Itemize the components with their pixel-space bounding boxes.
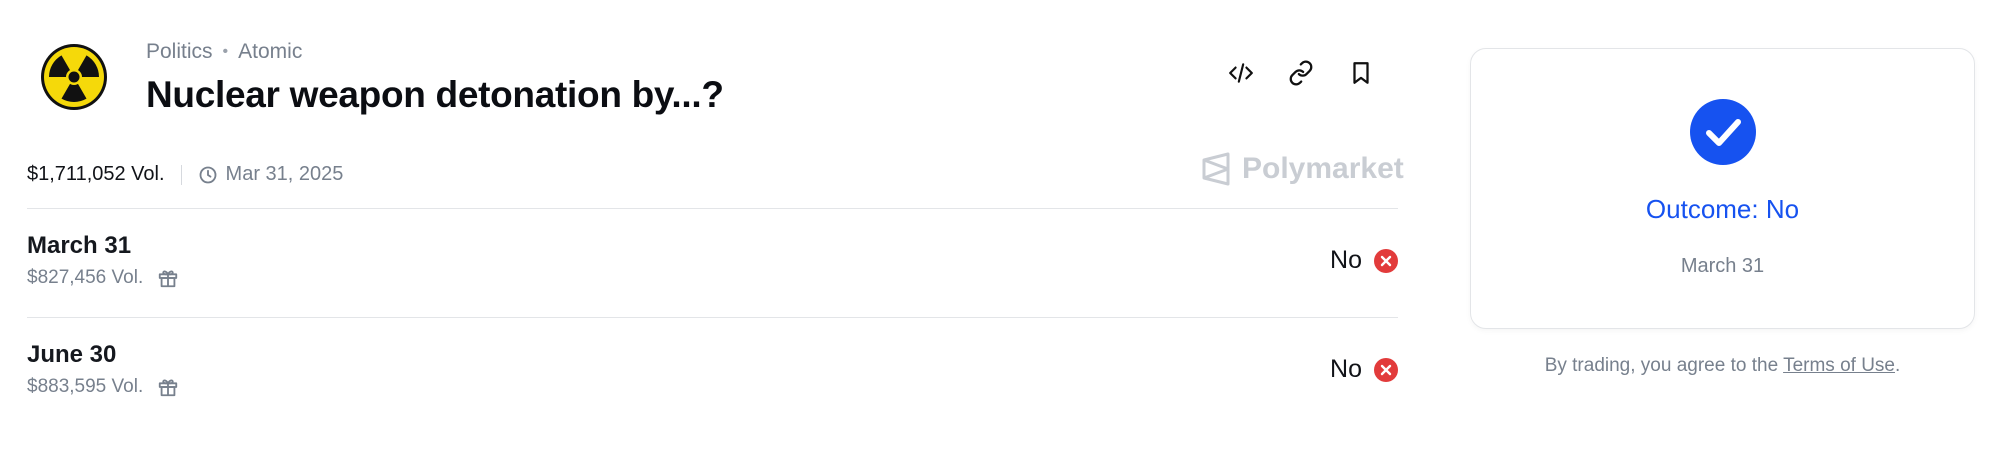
embed-code-button[interactable] bbox=[1228, 60, 1254, 86]
divider bbox=[27, 317, 1398, 318]
outcome-result: No bbox=[1330, 355, 1398, 384]
page-title: Nuclear weapon detonation by...? bbox=[146, 74, 724, 115]
clock-icon bbox=[199, 166, 216, 183]
outcome-volume-line: $883,595 Vol. bbox=[27, 376, 179, 398]
polymarket-logo-icon bbox=[1202, 152, 1230, 186]
polymarket-watermark: Polymarket bbox=[1200, 152, 1404, 186]
bookmark-icon bbox=[1353, 62, 1369, 84]
outcome-volume-line: $827,456 Vol. bbox=[27, 267, 179, 289]
outcome-result-label: No bbox=[1330, 355, 1362, 383]
check-circle-icon bbox=[1690, 99, 1756, 165]
x-circle-icon bbox=[1374, 248, 1398, 273]
copy-link-button[interactable] bbox=[1288, 60, 1314, 86]
x-circle-icon bbox=[1374, 357, 1398, 382]
brand-name: Polymarket bbox=[1242, 152, 1404, 185]
divider bbox=[27, 208, 1398, 209]
radiation-icon bbox=[41, 44, 107, 110]
outcome-volume: $883,595 Vol. bbox=[27, 376, 144, 397]
resolution-outcome: Outcome: No bbox=[1645, 194, 1800, 224]
end-date-text: Mar 31, 2025 bbox=[225, 163, 344, 185]
embed-code-icon bbox=[1229, 63, 1253, 83]
outcome-row[interactable]: June 30 $883,595 Vol. No bbox=[27, 341, 1398, 421]
breadcrumb: Politics • Atomic bbox=[146, 40, 302, 64]
resolution-card: Outcome: No March 31 bbox=[1470, 48, 1975, 329]
total-volume: $1,711,052 Vol. bbox=[27, 163, 165, 185]
bookmark-button[interactable] bbox=[1348, 60, 1374, 86]
terms-of-use-link[interactable]: Terms of Use bbox=[1783, 355, 1895, 376]
resolution-date: March 31 bbox=[1680, 255, 1765, 277]
outcome-row[interactable]: March 31 $827,456 Vol. No bbox=[27, 232, 1398, 312]
copy-link-icon bbox=[1289, 60, 1313, 86]
outcome-date: March 31 bbox=[27, 232, 132, 259]
meta-divider bbox=[180, 164, 182, 185]
end-date: Mar 31, 2025 bbox=[198, 163, 344, 186]
breadcrumb-subcategory[interactable]: Atomic bbox=[238, 40, 302, 64]
gift-icon[interactable] bbox=[157, 267, 179, 289]
breadcrumb-separator: • bbox=[222, 43, 229, 60]
outcome-result: No bbox=[1330, 246, 1398, 275]
outcome-volume: $827,456 Vol. bbox=[27, 267, 144, 288]
terms-prefix: By trading, you agree to the bbox=[1544, 355, 1784, 376]
outcome-result-label: No bbox=[1330, 246, 1362, 274]
terms-suffix: . bbox=[1895, 355, 1901, 376]
breadcrumb-category[interactable]: Politics bbox=[146, 40, 213, 64]
market-meta: $1,711,052 Vol. Mar 31, 2025 bbox=[27, 163, 343, 186]
gift-icon[interactable] bbox=[157, 376, 179, 398]
terms-notice: By trading, you agree to the Terms of Us… bbox=[1470, 355, 1975, 377]
action-bar bbox=[1228, 60, 1374, 86]
outcome-date: June 30 bbox=[27, 341, 117, 368]
